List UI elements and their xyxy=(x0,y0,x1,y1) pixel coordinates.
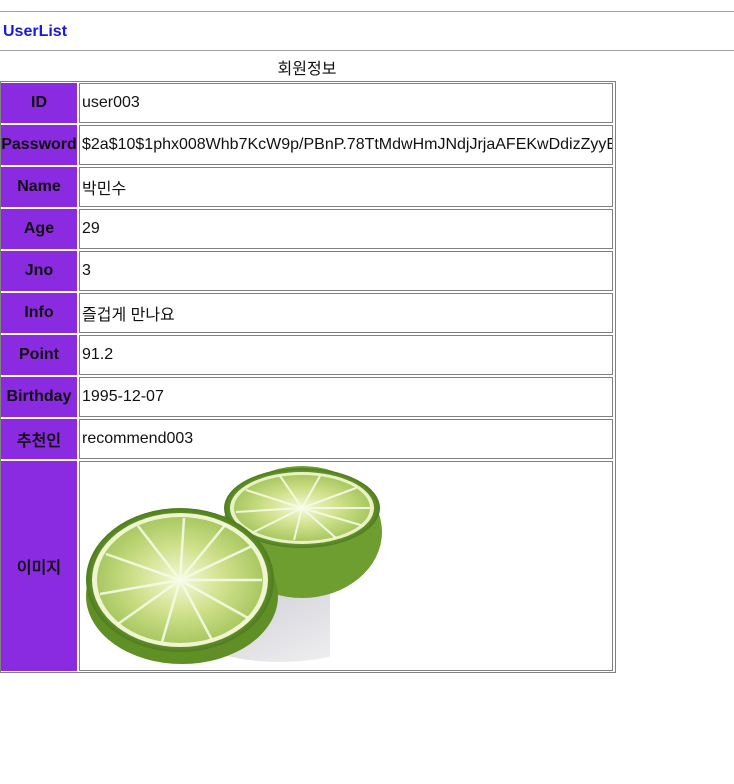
row-value: 즐겁게 만나요 xyxy=(79,293,613,333)
row-value: 91.2 xyxy=(79,335,613,375)
row-header: Birthday xyxy=(1,377,77,417)
row-value: 29 xyxy=(79,209,613,249)
table-row-recommender: 추천인 recommend003 xyxy=(1,419,615,459)
top-divider xyxy=(0,11,734,12)
table-row-birthday: Birthday 1995-12-07 xyxy=(1,377,615,417)
row-value: 박민수 xyxy=(79,167,613,207)
table-row-jno: Jno 3 xyxy=(1,251,615,291)
row-header: Age xyxy=(1,209,77,249)
top-nav-bar: UserList xyxy=(0,0,734,51)
member-info-table: ID user003 Password $2a$10$1phx008Whb7Kc… xyxy=(0,81,616,673)
table-row-point: Point 91.2 xyxy=(1,335,615,375)
row-header: 추천인 xyxy=(1,419,77,459)
row-value: 3 xyxy=(79,251,613,291)
row-value: user003 xyxy=(79,83,613,123)
table-row-info: Info 즐겁게 만나요 xyxy=(1,293,615,333)
row-value: $2a$10$1phx008Whb7KcW9p/PBnP.78TtMdwHmJN… xyxy=(79,125,613,165)
row-header: Info xyxy=(1,293,77,333)
table-row-image: 이미지 xyxy=(1,461,615,671)
row-header: Point xyxy=(1,335,77,375)
table-caption: 회원정보 xyxy=(277,61,337,78)
bottom-divider xyxy=(0,50,734,51)
row-header: Name xyxy=(1,167,77,207)
userlist-link[interactable]: UserList xyxy=(3,22,67,42)
table-row-id: ID user003 xyxy=(1,83,615,123)
table-row-password: Password $2a$10$1phx008Whb7KcW9p/PBnP.78… xyxy=(1,125,615,165)
table-row-age: Age 29 xyxy=(1,209,615,249)
row-value: recommend003 xyxy=(79,419,613,459)
row-header: Jno xyxy=(1,251,77,291)
row-header: ID xyxy=(1,83,77,123)
row-value xyxy=(79,461,613,671)
row-value: 1995-12-07 xyxy=(79,377,613,417)
table-row-name: Name 박민수 xyxy=(1,167,615,207)
row-header: Password xyxy=(1,125,77,165)
row-header: 이미지 xyxy=(1,461,77,671)
lime-photo xyxy=(80,462,382,664)
